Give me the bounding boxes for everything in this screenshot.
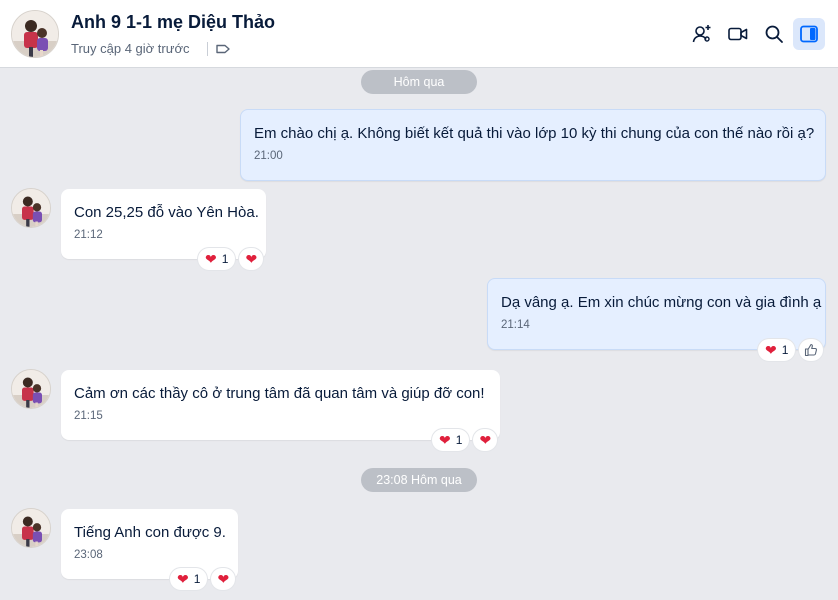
- heart-icon: ❤: [765, 342, 777, 358]
- reaction-summary[interactable]: ❤ 1: [432, 429, 470, 451]
- sender-avatar[interactable]: [11, 508, 51, 548]
- reaction-bar: ❤ 1: [758, 339, 824, 361]
- video-call-icon: [728, 27, 748, 41]
- message-text: Con 25,25 đỗ vào Yên Hòa.: [74, 204, 259, 221]
- add-member-button[interactable]: [686, 18, 718, 50]
- search-icon: [765, 25, 783, 43]
- reaction-bar: ❤ 1 ❤: [432, 429, 498, 451]
- date-divider: 23:08 Hôm qua: [361, 468, 477, 492]
- react-button[interactable]: ❤: [239, 248, 264, 270]
- reaction-count: 1: [221, 252, 229, 266]
- toggle-sidebar-button[interactable]: [793, 18, 825, 50]
- heart-icon: ❤: [479, 432, 492, 448]
- heart-icon: ❤: [177, 571, 189, 587]
- heart-icon: ❤: [245, 251, 258, 267]
- reaction-bar: ❤ 1 ❤: [198, 248, 264, 270]
- message-bubble-outgoing[interactable]: Em chào chị ạ. Không biết kết quả thi và…: [240, 109, 826, 181]
- sidebar-toggle-icon: [800, 25, 818, 43]
- reaction-count: 1: [455, 433, 463, 447]
- sender-avatar[interactable]: [11, 188, 51, 228]
- reaction-count: 1: [193, 572, 201, 586]
- react-button[interactable]: ❤: [211, 568, 236, 590]
- reaction-summary[interactable]: ❤ 1: [758, 339, 796, 361]
- heart-icon: ❤: [217, 571, 230, 587]
- tag-icon[interactable]: [214, 40, 232, 58]
- message-time: 21:15: [74, 410, 103, 422]
- message-time: 21:00: [254, 150, 283, 162]
- contact-avatar[interactable]: [11, 10, 59, 58]
- chat-header: Anh 9 1-1 mẹ Diệu Thảo Truy cập 4 giờ tr…: [0, 0, 838, 68]
- heart-icon: ❤: [439, 432, 451, 448]
- reaction-count: 1: [781, 343, 789, 357]
- react-button[interactable]: ❤: [473, 429, 498, 451]
- last-seen-status: Truy cập 4 giờ trước: [71, 41, 190, 56]
- message-time: 23:08: [74, 549, 103, 561]
- add-user-icon: [692, 25, 711, 43]
- status-divider: [207, 42, 208, 56]
- react-button[interactable]: [799, 339, 824, 361]
- message-text: Dạ vâng ạ. Em xin chúc mừng con và gia đ…: [501, 294, 822, 311]
- reaction-summary[interactable]: ❤ 1: [198, 248, 236, 270]
- reaction-summary[interactable]: ❤ 1: [170, 568, 208, 590]
- video-call-button[interactable]: [722, 18, 754, 50]
- message-text: Em chào chị ạ. Không biết kết quả thi và…: [254, 125, 815, 142]
- reaction-bar: ❤ 1 ❤: [170, 568, 236, 590]
- thumbs-up-icon: [805, 343, 818, 357]
- heart-icon: ❤: [205, 251, 217, 267]
- search-button[interactable]: [758, 18, 790, 50]
- message-text: Tiếng Anh con được 9.: [74, 524, 226, 541]
- conversation-title[interactable]: Anh 9 1-1 mẹ Diệu Thảo: [71, 12, 275, 33]
- message-text: Cảm ơn các thầy cô ở trung tâm đã quan t…: [74, 385, 485, 402]
- message-time: 21:12: [74, 229, 103, 241]
- message-time: 21:14: [501, 319, 530, 331]
- date-divider: Hôm qua: [361, 70, 477, 94]
- sender-avatar[interactable]: [11, 369, 51, 409]
